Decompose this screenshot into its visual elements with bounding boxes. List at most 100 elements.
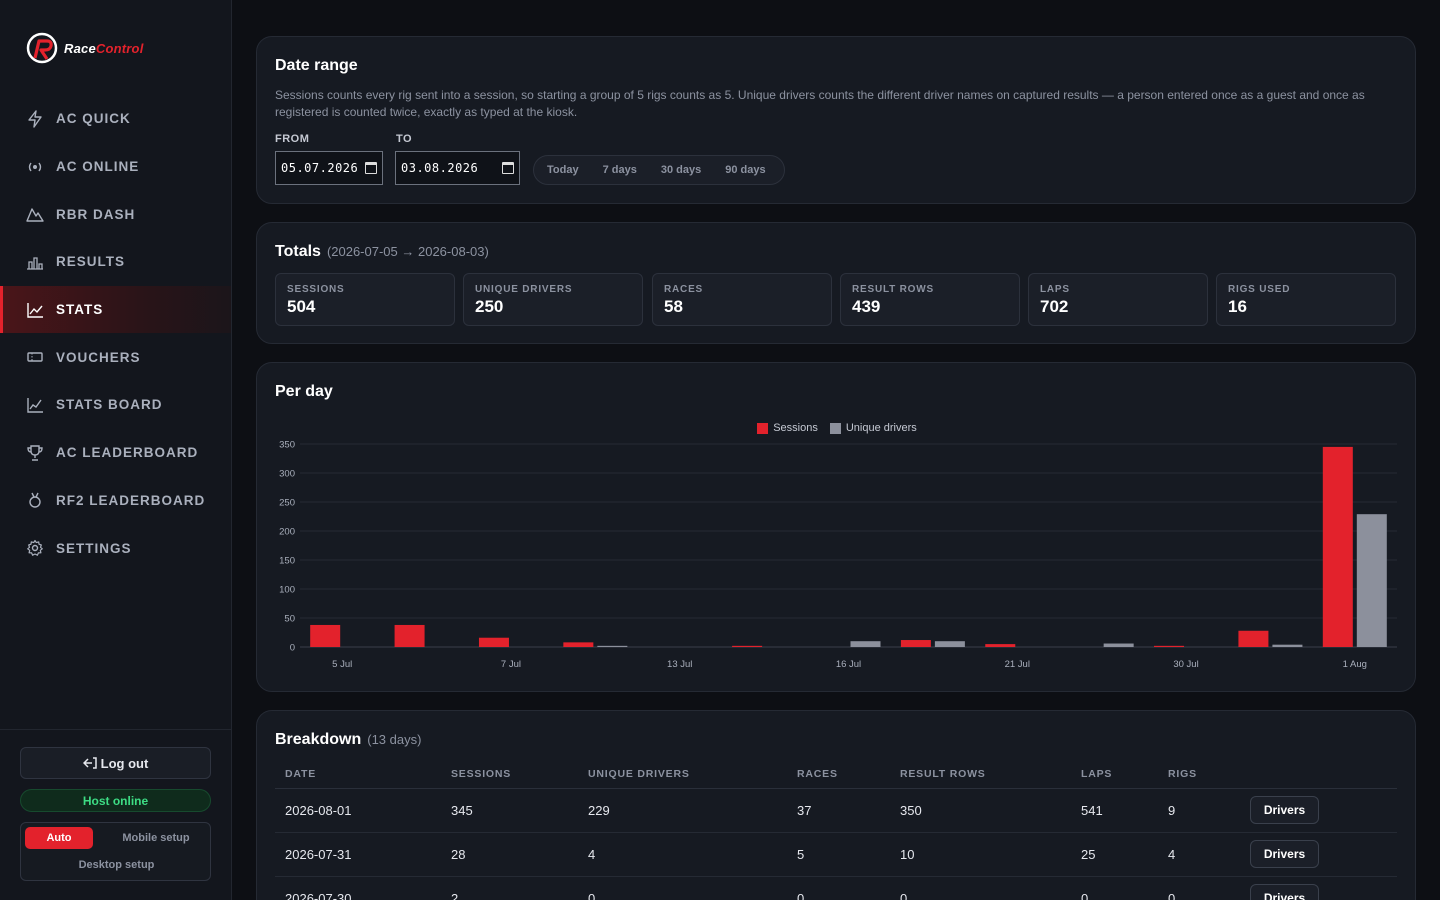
- line-chart-icon: [26, 301, 44, 319]
- breakdown-table: DATE SESSIONS UNIQUE DRIVERS RACES RESUL…: [275, 761, 1397, 900]
- cell-rigs: 0: [1158, 876, 1240, 900]
- column-header-races[interactable]: RACES: [787, 761, 890, 789]
- column-header-actions: [1240, 761, 1397, 789]
- sidebar-item-ac-quick[interactable]: AC QUICK: [0, 95, 231, 143]
- cell-sessions: 2: [441, 876, 578, 900]
- table-row: 2026-07-30 2 0 0 0 0 0 Drivers: [275, 876, 1397, 900]
- stat-tile-laps: LAPS 702: [1028, 273, 1208, 326]
- cell-result-rows: 350: [890, 788, 1071, 833]
- cell-actions: Drivers: [1240, 876, 1397, 900]
- cell-laps: 541: [1071, 788, 1158, 833]
- breakdown-card: Breakdown (13 days) DATE SESSIONS UNIQUE …: [256, 710, 1416, 900]
- sidebar-nav: AC QUICK AC ONLINE RBR DASH RESULTS STAT…: [0, 95, 231, 572]
- y-tick-label: 200: [279, 527, 295, 538]
- sidebar-item-ac-online[interactable]: AC ONLINE: [0, 143, 231, 191]
- chart-bar: [1356, 514, 1387, 647]
- chart-bar: [1103, 643, 1134, 647]
- brand-logo[interactable]: RaceControl: [26, 32, 144, 64]
- logout-button[interactable]: Log out: [20, 747, 211, 779]
- column-header-unique-drivers[interactable]: UNIQUE DRIVERS: [578, 761, 787, 789]
- date-range-description: Sessions counts every rig sent into a se…: [275, 88, 1365, 119]
- mode-mobile-button[interactable]: Mobile setup: [101, 827, 211, 849]
- cell-date: 2026-07-30: [275, 876, 441, 900]
- chart-bar: [1154, 645, 1185, 647]
- calendar-icon[interactable]: [502, 162, 514, 174]
- to-date-input[interactable]: 03.08.2026: [395, 151, 520, 185]
- breakdown-count: (13 days): [367, 732, 422, 747]
- stat-tile-result-rows: RESULT ROWS 439: [840, 273, 1020, 326]
- quick-range-7-days[interactable]: 7 days: [591, 164, 649, 176]
- cell-actions: Drivers: [1240, 788, 1397, 833]
- brand-name: RaceControl: [64, 40, 144, 56]
- stat-label: RESULT ROWS: [852, 284, 934, 295]
- cell-result-rows: 10: [890, 832, 1071, 877]
- stat-value: 504: [287, 297, 316, 316]
- cell-laps: 0: [1071, 876, 1158, 900]
- trophy-icon: [26, 444, 44, 462]
- sidebar-item-vouchers[interactable]: VOUCHERS: [0, 333, 231, 381]
- quick-range-90-days[interactable]: 90 days: [713, 164, 777, 176]
- chart-bar: [1272, 644, 1303, 647]
- mountain-icon: [26, 205, 44, 223]
- stat-label: RIGS USED: [1228, 284, 1291, 295]
- column-header-date[interactable]: DATE: [275, 761, 441, 789]
- sidebar-footer: Log out Host online Auto Mobile setup De…: [0, 729, 231, 900]
- column-header-rigs[interactable]: RIGS: [1158, 761, 1240, 789]
- cell-unique-drivers: 0: [578, 876, 787, 900]
- sidebar-item-label: RF2 LEADERBOARD: [56, 492, 206, 508]
- sidebar-item-label: VOUCHERS: [56, 349, 141, 365]
- cell-unique-drivers: 4: [578, 832, 787, 877]
- to-date-value: 03.08.2026: [401, 161, 479, 175]
- cell-sessions: 28: [441, 832, 578, 877]
- drivers-button[interactable]: Drivers: [1250, 796, 1319, 824]
- drivers-button[interactable]: Drivers: [1250, 840, 1319, 868]
- sidebar-item-rbr-dash[interactable]: RBR DASH: [0, 190, 231, 238]
- x-tick-label: 16 Jul: [836, 659, 861, 670]
- stat-value: 58: [664, 297, 683, 316]
- quick-range-30-days[interactable]: 30 days: [649, 164, 713, 176]
- breakdown-heading: Breakdown: [275, 731, 362, 748]
- logout-label: Log out: [100, 755, 149, 771]
- y-tick-label: 50: [284, 614, 295, 625]
- stat-label: LAPS: [1040, 284, 1070, 295]
- from-label: FROM: [275, 133, 310, 145]
- cell-rigs: 9: [1158, 788, 1240, 833]
- chart-bar: [597, 645, 628, 647]
- sidebar-item-stats[interactable]: STATS: [0, 285, 231, 334]
- sidebar-item-rf2-leaderboard[interactable]: RF2 LEADERBOARD: [0, 477, 231, 525]
- sidebar-item-ac-leaderboard[interactable]: AC LEADERBOARD: [0, 429, 231, 477]
- chart-bar: [900, 640, 931, 647]
- stat-tile-rigs-used: RIGS USED 16: [1216, 273, 1396, 326]
- sidebar-item-stats-board[interactable]: STATS BOARD: [0, 381, 231, 429]
- chart-bar: [310, 624, 341, 647]
- y-tick-label: 300: [279, 469, 295, 480]
- quick-range-today[interactable]: Today: [534, 164, 591, 176]
- sidebar-item-results[interactable]: RESULTS: [0, 238, 231, 286]
- cell-date: 2026-08-01: [275, 788, 441, 833]
- mode-desktop-button[interactable]: Desktop setup: [21, 854, 212, 876]
- column-header-laps[interactable]: LAPS: [1071, 761, 1158, 789]
- stat-value: 250: [475, 297, 504, 316]
- to-label: TO: [396, 133, 413, 145]
- totals-heading: Totals: [275, 243, 321, 260]
- table-header-row: DATE SESSIONS UNIQUE DRIVERS RACES RESUL…: [275, 761, 1397, 789]
- column-header-sessions[interactable]: SESSIONS: [441, 761, 578, 789]
- y-tick-label: 100: [279, 585, 295, 596]
- stat-label: UNIQUE DRIVERS: [475, 284, 573, 295]
- y-tick-label: 350: [279, 440, 295, 451]
- setup-mode-selector: Auto Mobile setup Desktop setup: [20, 822, 211, 881]
- bolt-icon: [26, 110, 44, 128]
- stat-label: RACES: [664, 284, 704, 295]
- calendar-icon[interactable]: [365, 162, 377, 174]
- cell-races: 5: [787, 832, 890, 877]
- sidebar-item-settings[interactable]: SETTINGS: [0, 524, 231, 572]
- from-date-input[interactable]: 05.07.2026: [275, 151, 383, 185]
- drivers-button[interactable]: Drivers: [1250, 884, 1319, 900]
- mode-auto-button[interactable]: Auto: [25, 827, 93, 849]
- column-header-result-rows[interactable]: RESULT ROWS: [890, 761, 1071, 789]
- stat-tile-races: RACES 58: [652, 273, 832, 326]
- cell-actions: Drivers: [1240, 832, 1397, 877]
- breakdown-title: Breakdown (13 days): [275, 731, 421, 749]
- table-row: 2026-07-31 28 4 5 10 25 4 Drivers: [275, 832, 1397, 877]
- sidebar-item-label: STATS: [56, 302, 104, 318]
